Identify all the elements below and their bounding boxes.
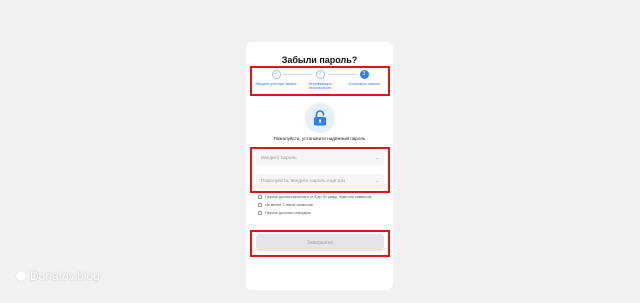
button-highlight — [250, 230, 390, 257]
rule-text: Пароли должны совпадать — [265, 210, 312, 215]
password-rules: Пароль должен включать от 8 до 30 цифр, … — [258, 195, 386, 219]
reset-password-card: Забыли пароль? ✓ Введите учётную запись … — [246, 42, 393, 290]
checkbox-icon — [258, 195, 262, 200]
watermark: Donatov.blog — [16, 269, 100, 283]
dialog-title: Забыли пароль? — [281, 55, 358, 65]
rule-item: Пароли должны совпадать — [258, 211, 386, 216]
dialog-subtitle: Пожалуйста, установите надёжный пароль — [273, 136, 366, 141]
rule-item: Не менее 2 типов символов — [258, 203, 386, 208]
steps-highlight — [250, 66, 390, 96]
rule-text: Не менее 2 типов символов — [265, 202, 313, 207]
checkbox-icon — [258, 203, 262, 208]
lock-icon — [305, 103, 335, 133]
fields-highlight — [250, 147, 390, 193]
checkbox-icon — [258, 211, 262, 216]
rule-item: Пароль должен включать от 8 до 30 цифр, … — [258, 195, 386, 200]
watermark-text: Donatov.blog — [30, 269, 100, 283]
watermark-logo-icon — [16, 271, 26, 281]
rule-text: Пароль должен включать от 8 до 30 цифр, … — [265, 195, 372, 199]
